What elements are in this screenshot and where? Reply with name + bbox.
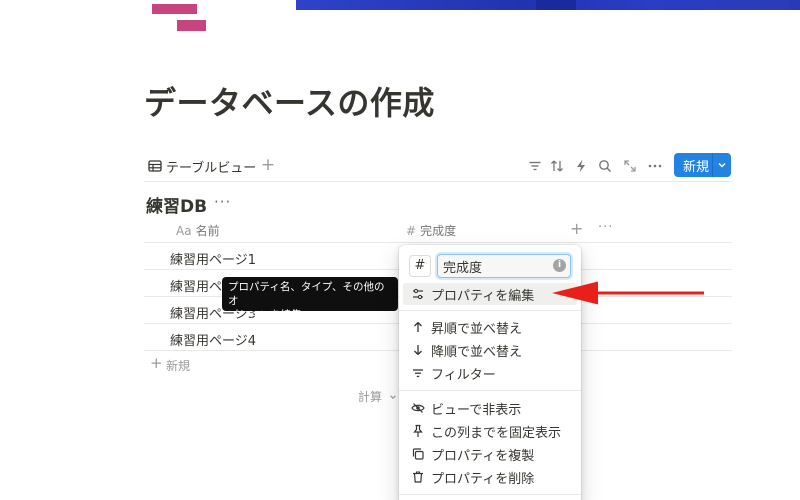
chevron-down-icon	[390, 395, 396, 400]
plus-icon: +	[150, 354, 163, 372]
expand-icon[interactable]	[621, 157, 639, 175]
page-icon[interactable]	[152, 0, 206, 32]
arrow-up-icon	[410, 319, 426, 335]
add-row-label: 新規	[166, 359, 191, 373]
red-arrow-annotation	[552, 281, 704, 305]
row-title: 練習用ページ4	[170, 334, 257, 349]
database-title[interactable]: 練習DB	[146, 192, 207, 217]
row-title: 練習用ページ1	[170, 253, 257, 268]
cover-right-strip	[790, 0, 800, 10]
chevron-down-icon[interactable]	[713, 160, 731, 170]
menu-item-sort-descending[interactable]: 降順で並べ替え	[403, 339, 577, 361]
menu-divider	[399, 310, 581, 311]
menu-item-label: 降順で並べ替え	[431, 344, 523, 360]
page-title[interactable]: データベースの作成	[144, 78, 435, 124]
menu-item-label: この列までを固定表示	[431, 425, 562, 441]
view-bar: テーブルビュー + 新規	[144, 152, 732, 182]
menu-item-label: プロパティを複製	[431, 448, 535, 464]
view-tab-table[interactable]: テーブルビュー	[148, 154, 256, 178]
table-icon	[148, 160, 162, 172]
menu-item-label: 昇順で並べ替え	[431, 321, 523, 337]
property-type-button[interactable]: #	[409, 255, 431, 277]
calculate-label: 計算	[358, 390, 383, 404]
column-header-label: 完成度	[420, 224, 457, 238]
tooltip: プロパティ名、タイプ、その他のオ プションを編集...	[222, 277, 398, 321]
filter-icon	[410, 365, 426, 381]
sort-icon[interactable]	[548, 157, 566, 175]
menu-divider	[399, 390, 581, 391]
menu-item-filter[interactable]: フィルター	[403, 362, 577, 384]
property-name-input[interactable]	[437, 254, 571, 278]
menu-divider	[399, 494, 581, 495]
cover-image-band	[296, 0, 800, 10]
lightning-icon[interactable]	[572, 157, 590, 175]
column-header-label: 名前	[195, 224, 220, 238]
table-header: Aa 名前 # 完成度 + ···	[144, 217, 732, 243]
new-button-label: 新規	[683, 159, 710, 175]
sliders-icon	[410, 286, 426, 302]
tooltip-line-1: プロパティ名、タイプ、その他のオ	[228, 281, 385, 307]
column-more-icon[interactable]: ···	[598, 220, 613, 235]
duplicate-icon	[410, 446, 426, 462]
menu-item-label: プロパティを削除	[431, 471, 535, 487]
search-icon[interactable]	[596, 157, 614, 175]
filter-icon[interactable]	[526, 157, 544, 175]
page-icon-bar-top	[152, 4, 197, 14]
more-icon[interactable]	[646, 157, 664, 175]
number-type-icon: #	[406, 224, 417, 238]
menu-item-hide-in-view[interactable]: ビューで非表示	[403, 397, 577, 419]
pin-icon	[410, 423, 426, 439]
column-header-name[interactable]: Aa 名前	[176, 222, 220, 239]
add-property-button[interactable]: +	[570, 219, 583, 238]
calculate-button[interactable]: 計算	[358, 388, 397, 405]
menu-item-label: ビューで非表示	[431, 402, 522, 418]
arrow-down-icon	[410, 342, 426, 358]
menu-item-label: フィルター	[431, 367, 496, 383]
page-icon-bar-bottom	[177, 20, 206, 31]
trash-icon	[410, 469, 426, 485]
menu-item-duplicate-property[interactable]: プロパティを複製	[403, 443, 577, 465]
menu-item-sort-ascending[interactable]: 昇順で並べ替え	[403, 316, 577, 338]
new-button[interactable]: 新規	[674, 153, 731, 177]
add-view-button[interactable]: +	[258, 155, 278, 175]
menu-item-freeze-column[interactable]: この列までを固定表示	[403, 420, 577, 442]
column-header-completion[interactable]: # 完成度	[406, 222, 456, 239]
text-type-icon: Aa	[176, 224, 192, 238]
view-tab-label: テーブルビュー	[166, 160, 257, 176]
menu-item-label: プロパティを編集	[431, 288, 535, 304]
tooltip-line-2: プションを編集...	[228, 309, 312, 321]
page-cover[interactable]	[0, 0, 800, 10]
eye-slash-icon	[410, 400, 426, 416]
database-more-icon[interactable]: ···	[214, 193, 231, 211]
info-icon[interactable]: i	[553, 259, 566, 272]
menu-item-delete-property[interactable]: プロパティを削除	[403, 466, 577, 488]
